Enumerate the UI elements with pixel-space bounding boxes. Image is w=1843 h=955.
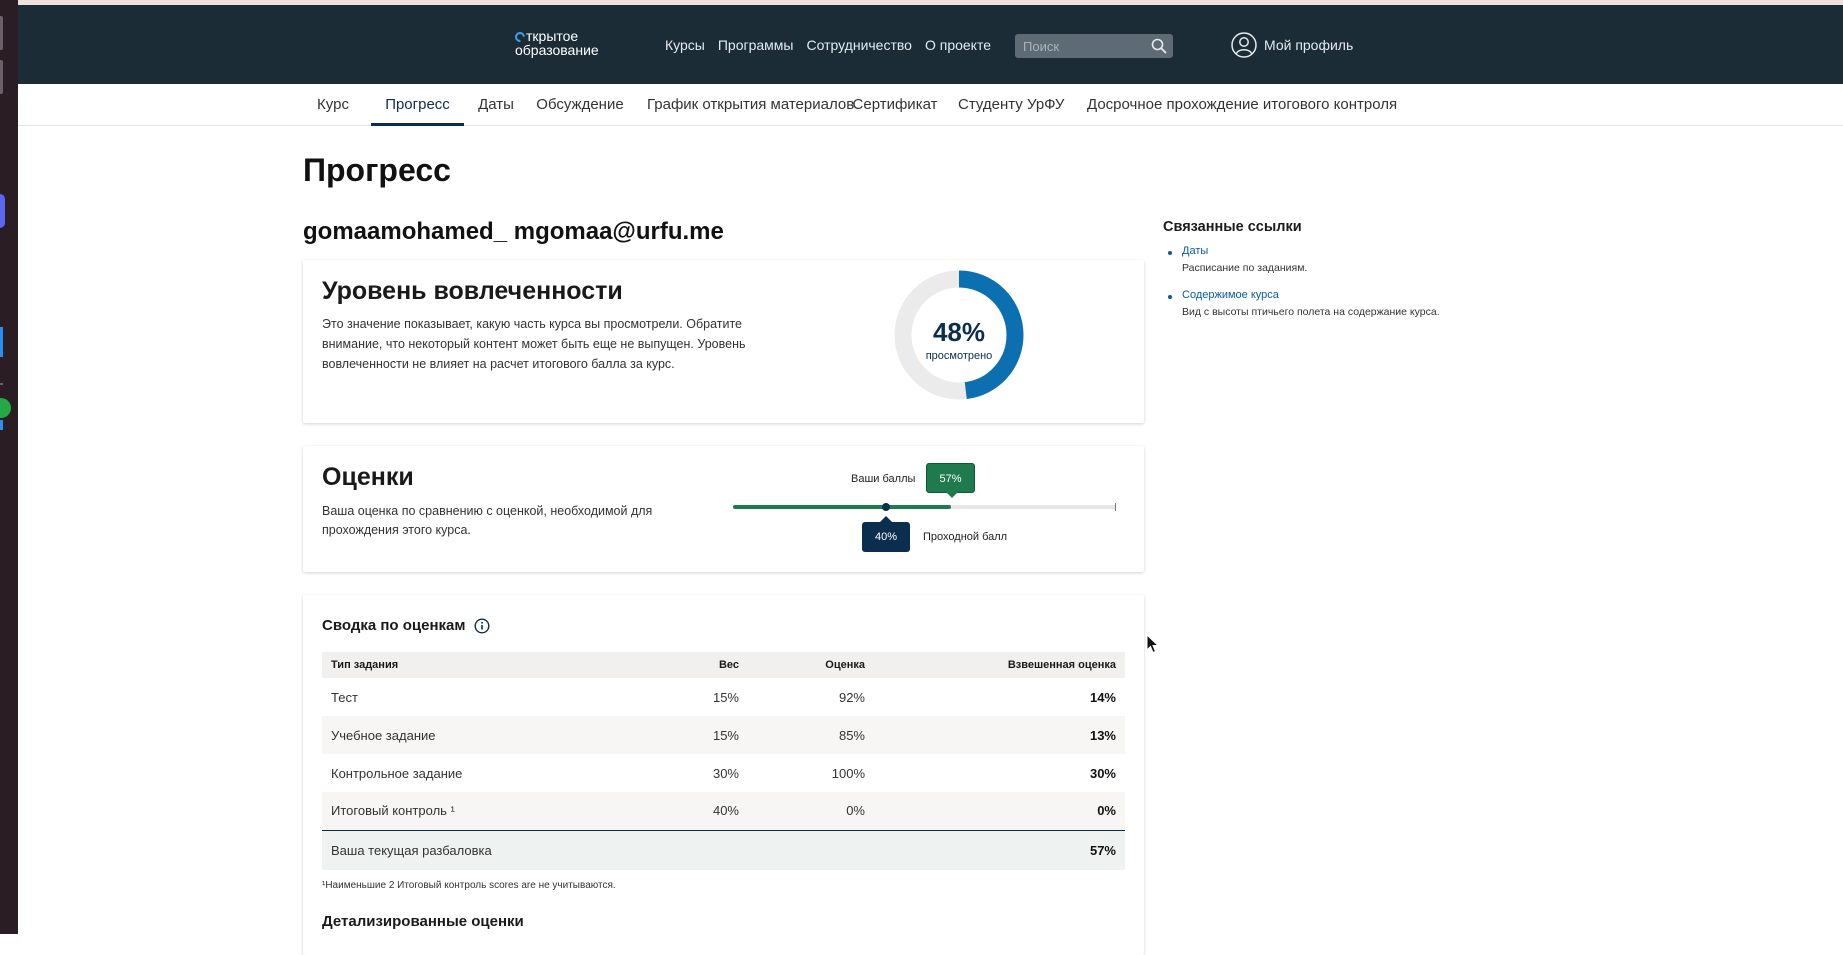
search-box: [1015, 34, 1173, 58]
tab-certificate[interactable]: Сертификат: [852, 84, 938, 126]
table-header-row: Тип задания Вес Оценка Взвешенная оценка: [322, 652, 1125, 678]
nav-programs[interactable]: Программы: [718, 37, 794, 53]
user-identity: gomaamohamed_ mgomaa@urfu.me: [303, 218, 724, 245]
engagement-title: Уровень вовлеченности: [322, 277, 623, 305]
table-total-row: Ваша текущая разбаловка 57%: [322, 829, 1125, 870]
total-value: 57%: [874, 829, 1125, 870]
table-row: Итоговый контроль ¹ 40% 0% 0%: [322, 792, 1125, 830]
link-dates[interactable]: Даты: [1182, 245, 1483, 257]
tab-course[interactable]: Курс: [316, 84, 350, 126]
row-grade: 100%: [831, 765, 865, 781]
grade-summary-card: Сводка по оценкам Тип задания Вес Оценка…: [303, 595, 1144, 955]
tab-early-final-control[interactable]: Досрочное прохождение итогового контроля: [1087, 84, 1397, 126]
row-weighted: 13%: [874, 716, 1125, 754]
tab-progress[interactable]: Прогресс: [371, 84, 464, 126]
donut-sub-label: просмотрено: [926, 350, 993, 362]
col-weight: Вес: [652, 652, 748, 678]
link-description: Расписание по заданиям.: [1182, 262, 1308, 274]
nav-courses[interactable]: Курсы: [665, 37, 705, 53]
profile-label: Мой профиль: [1264, 37, 1354, 53]
course-tabs: Курс Прогресс Даты Обсуждение График отк…: [18, 84, 1843, 126]
grades-description: Ваша оценка по сравнению с оценкой, необ…: [322, 504, 653, 537]
grades-card: Оценки Ваша оценка по сравнению с оценко…: [303, 446, 1144, 572]
dock-indicator: [0, 327, 3, 357]
dock-badge-icon[interactable]: [0, 398, 11, 418]
related-link-item: Содержимое курса Вид с высоты птичьего п…: [1163, 289, 1483, 318]
nav-about[interactable]: О проекте: [925, 37, 991, 53]
grade-bar-fill: [733, 505, 952, 509]
grade-bar-end-tick: [1115, 503, 1116, 511]
related-link-item: Даты Расписание по заданиям.: [1163, 245, 1483, 274]
dock-indicator: [0, 420, 3, 430]
total-empty: [748, 829, 874, 870]
tab-dates[interactable]: Даты: [477, 84, 515, 126]
row-weighted: 14%: [1089, 689, 1116, 705]
total-empty: [652, 829, 748, 870]
row-grade: 0%: [748, 792, 874, 830]
search-icon[interactable]: [1151, 38, 1167, 54]
tab-schedule[interactable]: График открытия материалов: [647, 84, 854, 126]
row-weight: 15%: [712, 689, 739, 705]
summary-title: Сводка по оценкам: [322, 617, 490, 634]
passing-score-label: Проходной балл: [923, 531, 1008, 543]
row-weighted: 0%: [874, 792, 1125, 830]
engagement-donut: 48% просмотрено: [894, 270, 1024, 400]
site-logo[interactable]: ткрытое образование: [512, 29, 599, 58]
mouse-cursor-icon: [1146, 634, 1160, 654]
logo-text-line2: образование: [515, 42, 599, 58]
row-type: Итоговый контроль ¹: [322, 792, 652, 830]
grade-summary-table: Тип задания Вес Оценка Взвешенная оценка…: [322, 652, 1125, 870]
engagement-card: Уровень вовлеченности Это значение показ…: [303, 260, 1144, 423]
your-score-label: Ваши баллы: [851, 473, 916, 485]
page-title: Прогресс: [303, 152, 451, 188]
nav-cooperation[interactable]: Сотрудничество: [807, 37, 912, 53]
row-weight: 15%: [652, 716, 748, 754]
main-nav: Курсы Программы Сотрудничество О проекте: [665, 37, 991, 53]
site-header: ткрытое образование Курсы Программы Сотр…: [18, 5, 1843, 84]
table-row: Тест 15% 92% 14%: [322, 678, 1125, 716]
info-icon[interactable]: [474, 617, 490, 634]
related-links-title: Связанные ссылки: [1163, 219, 1302, 235]
dock-indicator: [0, 60, 3, 94]
dock-indicator: [0, 16, 3, 50]
grades-title: Оценки: [322, 463, 414, 491]
table-row: Контрольное задание 30% 100% 30%: [322, 754, 1125, 792]
table-row: Учебное задание 15% 85% 13%: [322, 716, 1125, 754]
tab-discussion[interactable]: Обсуждение: [519, 84, 641, 126]
dock-divider: [0, 383, 3, 385]
engagement-description: Это значение показывает, какую часть кур…: [322, 317, 746, 371]
table-footnote: ¹Наименьшие 2 Итоговый контроль scores a…: [322, 880, 616, 891]
row-weight: 40%: [652, 792, 748, 830]
summary-title-text: Сводка по оценкам: [322, 617, 466, 634]
related-links: Связанные ссылки Даты Расписание по зада…: [1163, 219, 1483, 333]
tab-urfu-student[interactable]: Студенту УрФУ: [958, 84, 1064, 126]
row-grade: 92%: [838, 689, 865, 705]
col-weighted-grade: Взвешенная оценка: [874, 652, 1125, 678]
grade-bar-track: [733, 505, 1116, 509]
row-weighted: 30%: [1089, 765, 1116, 781]
col-grade: Оценка: [748, 652, 874, 678]
search-input[interactable]: [1015, 34, 1145, 58]
detailed-grades-title: Детализированные оценки: [322, 913, 524, 930]
row-type: Учебное задание: [322, 716, 652, 754]
link-course-content[interactable]: Содержимое курса: [1182, 289, 1483, 301]
user-avatar-icon: [1231, 32, 1257, 58]
link-description: Вид с высоты птичьего полета на содержан…: [1182, 306, 1440, 318]
os-dock: [0, 0, 18, 934]
your-score-tooltip: 57%: [926, 463, 975, 498]
row-type: Контрольное задание: [331, 765, 463, 781]
profile-menu[interactable]: Мой профиль: [1231, 32, 1353, 58]
passing-score-marker: [882, 503, 891, 511]
col-assignment-type: Тип задания: [322, 652, 652, 678]
row-type: Тест: [331, 689, 358, 705]
donut-percent: 48%: [933, 317, 985, 347]
row-weight: 30%: [712, 765, 739, 781]
passing-score-tooltip: 40%: [862, 516, 910, 552]
total-label: Ваша текущая разбаловка: [322, 829, 652, 870]
row-grade: 85%: [748, 716, 874, 754]
dock-app-icon[interactable]: [0, 194, 5, 228]
